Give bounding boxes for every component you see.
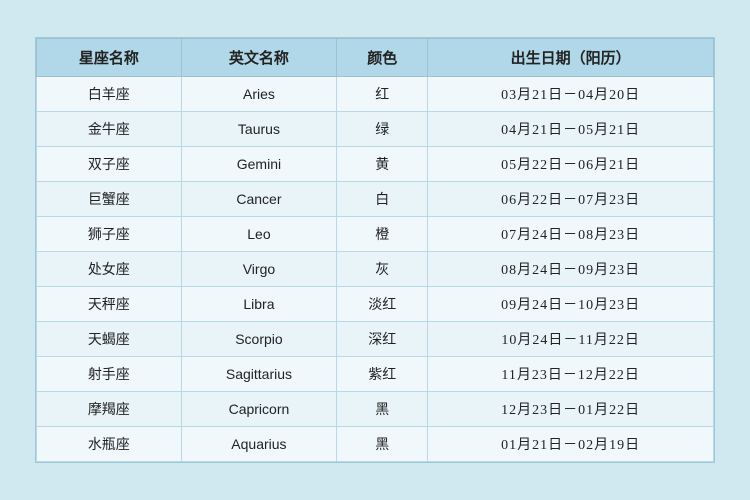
table-body: 白羊座Aries红03月21日－04月20日金牛座Taurus绿04月21日－0… — [37, 77, 714, 462]
table-row: 射手座Sagittarius紫红11月23日－12月22日 — [37, 357, 714, 392]
cell-dates: 10月24日－11月22日 — [428, 322, 714, 357]
cell-chinese-name: 射手座 — [37, 357, 182, 392]
cell-english-name: Cancer — [181, 182, 337, 217]
table-row: 处女座Virgo灰08月24日－09月23日 — [37, 252, 714, 287]
table-row: 双子座Gemini黄05月22日－06月21日 — [37, 147, 714, 182]
cell-color: 黑 — [337, 392, 428, 427]
table-row: 狮子座Leo橙07月24日－08月23日 — [37, 217, 714, 252]
header-english-name: 英文名称 — [181, 39, 337, 77]
cell-color: 深红 — [337, 322, 428, 357]
cell-dates: 12月23日－01月22日 — [428, 392, 714, 427]
cell-chinese-name: 处女座 — [37, 252, 182, 287]
cell-dates: 01月21日－02月19日 — [428, 427, 714, 462]
cell-color: 白 — [337, 182, 428, 217]
cell-dates: 11月23日－12月22日 — [428, 357, 714, 392]
cell-chinese-name: 狮子座 — [37, 217, 182, 252]
cell-chinese-name: 天秤座 — [37, 287, 182, 322]
cell-english-name: Virgo — [181, 252, 337, 287]
cell-english-name: Aquarius — [181, 427, 337, 462]
zodiac-table: 星座名称 英文名称 颜色 出生日期（阳历） 白羊座Aries红03月21日－04… — [36, 38, 714, 462]
cell-color: 橙 — [337, 217, 428, 252]
cell-dates: 06月22日－07月23日 — [428, 182, 714, 217]
table-row: 巨蟹座Cancer白06月22日－07月23日 — [37, 182, 714, 217]
cell-english-name: Libra — [181, 287, 337, 322]
cell-chinese-name: 摩羯座 — [37, 392, 182, 427]
cell-dates: 04月21日－05月21日 — [428, 112, 714, 147]
cell-chinese-name: 金牛座 — [37, 112, 182, 147]
cell-english-name: Scorpio — [181, 322, 337, 357]
cell-english-name: Taurus — [181, 112, 337, 147]
table-row: 金牛座Taurus绿04月21日－05月21日 — [37, 112, 714, 147]
zodiac-table-container: 星座名称 英文名称 颜色 出生日期（阳历） 白羊座Aries红03月21日－04… — [35, 37, 715, 463]
cell-english-name: Aries — [181, 77, 337, 112]
cell-chinese-name: 水瓶座 — [37, 427, 182, 462]
cell-color: 黄 — [337, 147, 428, 182]
cell-english-name: Capricorn — [181, 392, 337, 427]
cell-color: 紫红 — [337, 357, 428, 392]
cell-color: 绿 — [337, 112, 428, 147]
cell-english-name: Sagittarius — [181, 357, 337, 392]
header-dates: 出生日期（阳历） — [428, 39, 714, 77]
table-row: 摩羯座Capricorn黑12月23日－01月22日 — [37, 392, 714, 427]
table-row: 天秤座Libra淡红09月24日－10月23日 — [37, 287, 714, 322]
cell-color: 红 — [337, 77, 428, 112]
table-row: 白羊座Aries红03月21日－04月20日 — [37, 77, 714, 112]
table-row: 天蝎座Scorpio深红10月24日－11月22日 — [37, 322, 714, 357]
cell-dates: 08月24日－09月23日 — [428, 252, 714, 287]
cell-english-name: Leo — [181, 217, 337, 252]
cell-chinese-name: 巨蟹座 — [37, 182, 182, 217]
table-header-row: 星座名称 英文名称 颜色 出生日期（阳历） — [37, 39, 714, 77]
table-row: 水瓶座Aquarius黑01月21日－02月19日 — [37, 427, 714, 462]
cell-chinese-name: 白羊座 — [37, 77, 182, 112]
cell-dates: 05月22日－06月21日 — [428, 147, 714, 182]
cell-dates: 03月21日－04月20日 — [428, 77, 714, 112]
header-chinese-name: 星座名称 — [37, 39, 182, 77]
cell-color: 黑 — [337, 427, 428, 462]
cell-chinese-name: 天蝎座 — [37, 322, 182, 357]
cell-dates: 07月24日－08月23日 — [428, 217, 714, 252]
cell-english-name: Gemini — [181, 147, 337, 182]
cell-dates: 09月24日－10月23日 — [428, 287, 714, 322]
cell-color: 淡红 — [337, 287, 428, 322]
cell-color: 灰 — [337, 252, 428, 287]
cell-chinese-name: 双子座 — [37, 147, 182, 182]
header-color: 颜色 — [337, 39, 428, 77]
